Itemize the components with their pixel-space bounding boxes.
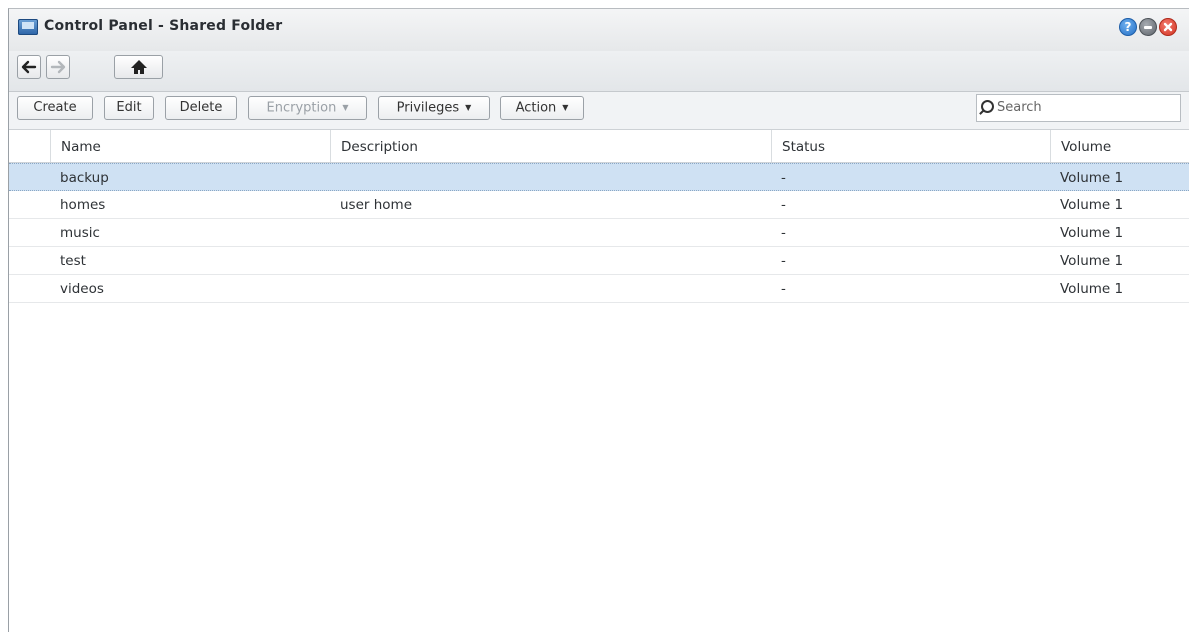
search-box[interactable] (976, 94, 1181, 122)
cell-description (330, 219, 340, 247)
title-bar: Control Panel - Shared Folder ? (9, 9, 1189, 51)
table-header: Name Description Status Volume (9, 130, 1189, 163)
cell-volume: Volume 1 (1060, 225, 1124, 241)
table-row[interactable]: homes user home - Volume 1 (9, 191, 1189, 219)
cell-description (330, 275, 340, 303)
cell-status: - (781, 197, 786, 213)
delete-button[interactable]: Delete (165, 96, 237, 120)
cell-name: test (60, 253, 86, 269)
cell-status: - (781, 253, 786, 269)
home-button[interactable] (114, 55, 163, 79)
back-button[interactable] (17, 55, 41, 79)
table-row[interactable]: videos - Volume 1 (9, 275, 1189, 303)
cell-description (330, 247, 340, 275)
help-icon[interactable]: ? (1119, 18, 1137, 36)
cell-volume: Volume 1 (1060, 253, 1124, 269)
table-row[interactable]: test - Volume 1 (9, 247, 1189, 275)
column-header-name[interactable]: Name (50, 130, 330, 162)
column-header-status[interactable]: Status (771, 130, 1050, 162)
cell-name: videos (60, 281, 104, 297)
cell-volume: Volume 1 (1060, 281, 1124, 297)
action-label: Action (515, 100, 557, 116)
search-input[interactable] (997, 97, 1172, 117)
minimize-icon[interactable] (1139, 18, 1157, 36)
search-icon (981, 100, 994, 113)
close-x-glyph (1163, 22, 1173, 32)
cell-name: homes (60, 197, 106, 213)
cell-volume: Volume 1 (1060, 170, 1124, 186)
edit-button[interactable]: Edit (104, 96, 154, 120)
cell-description (330, 164, 340, 192)
cell-name: music (60, 225, 100, 241)
forward-arrow-icon (50, 60, 66, 74)
encryption-label: Encryption (266, 100, 337, 116)
table-row[interactable]: backup - Volume 1 (9, 163, 1189, 191)
cell-status: - (781, 225, 786, 241)
chevron-down-icon: ▼ (342, 103, 349, 112)
back-arrow-icon (21, 60, 37, 74)
window-title: Control Panel - Shared Folder (44, 18, 283, 34)
forward-button[interactable] (46, 55, 70, 79)
shared-folder-table: Name Description Status Volume backup - … (9, 130, 1189, 632)
toolbar: Create Edit Delete Encryption ▼ Privilege… (9, 92, 1189, 130)
cell-volume: Volume 1 (1060, 197, 1124, 213)
privileges-label: Privileges (396, 100, 460, 116)
privileges-dropdown[interactable]: Privileges ▼ (378, 96, 490, 120)
home-icon (130, 60, 147, 74)
cell-name: backup (60, 170, 109, 186)
navigation-bar (9, 51, 1189, 92)
cell-status: - (781, 281, 786, 297)
action-dropdown[interactable]: Action ▼ (500, 96, 584, 120)
encryption-dropdown[interactable]: Encryption ▼ (248, 96, 367, 120)
control-panel-window: Control Panel - Shared Folder ? Create E… (8, 8, 1189, 632)
cell-status: - (781, 170, 786, 186)
close-icon[interactable] (1159, 18, 1177, 36)
control-panel-icon (18, 19, 38, 35)
chevron-down-icon: ▼ (465, 103, 472, 112)
table-row[interactable]: music - Volume 1 (9, 219, 1189, 247)
chevron-down-icon: ▼ (562, 103, 569, 112)
create-button[interactable]: Create (17, 96, 93, 120)
column-header-volume[interactable]: Volume (1050, 130, 1189, 162)
column-header-description[interactable]: Description (330, 130, 771, 162)
cell-description: user home (340, 197, 413, 213)
